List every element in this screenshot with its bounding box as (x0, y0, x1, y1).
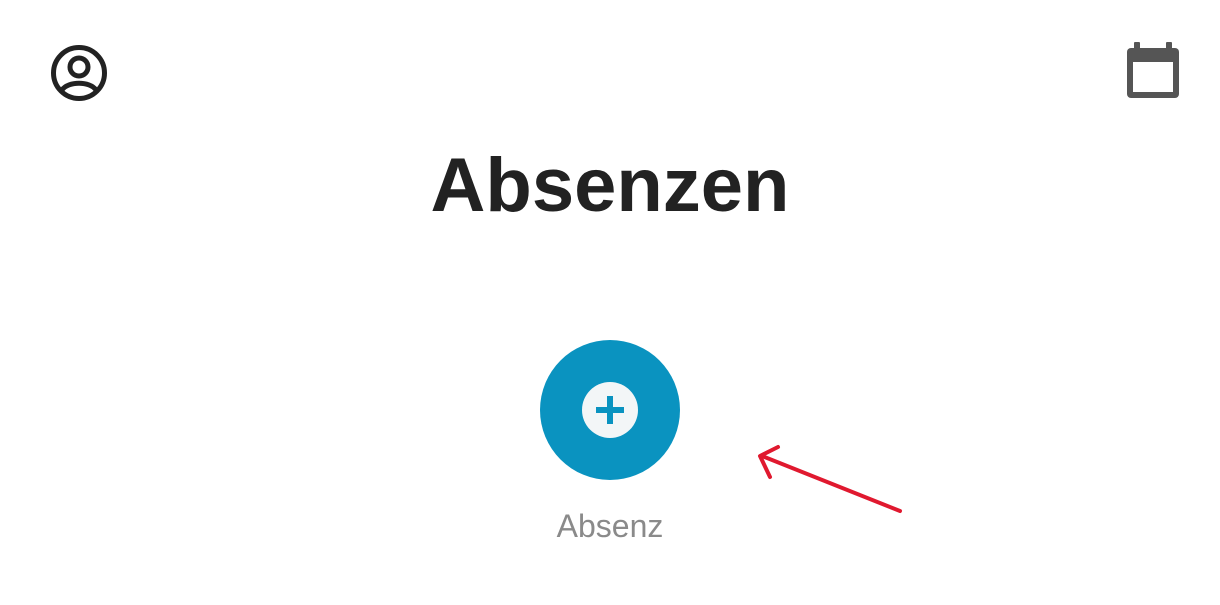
account-circle-icon (51, 45, 107, 101)
plus-icon (596, 396, 624, 424)
calendar-icon (1127, 42, 1179, 98)
add-absence-label: Absenz (556, 508, 664, 544)
add-absence-icon-circle (582, 382, 638, 438)
add-absence-button[interactable] (540, 340, 680, 480)
profile-button[interactable] (48, 42, 110, 104)
page-title: Absenzen (430, 143, 790, 228)
calendar-button[interactable] (1124, 40, 1182, 102)
absences-screen: Absenzen Absenz (0, 0, 1220, 605)
red-arrow-annotation (758, 445, 902, 513)
